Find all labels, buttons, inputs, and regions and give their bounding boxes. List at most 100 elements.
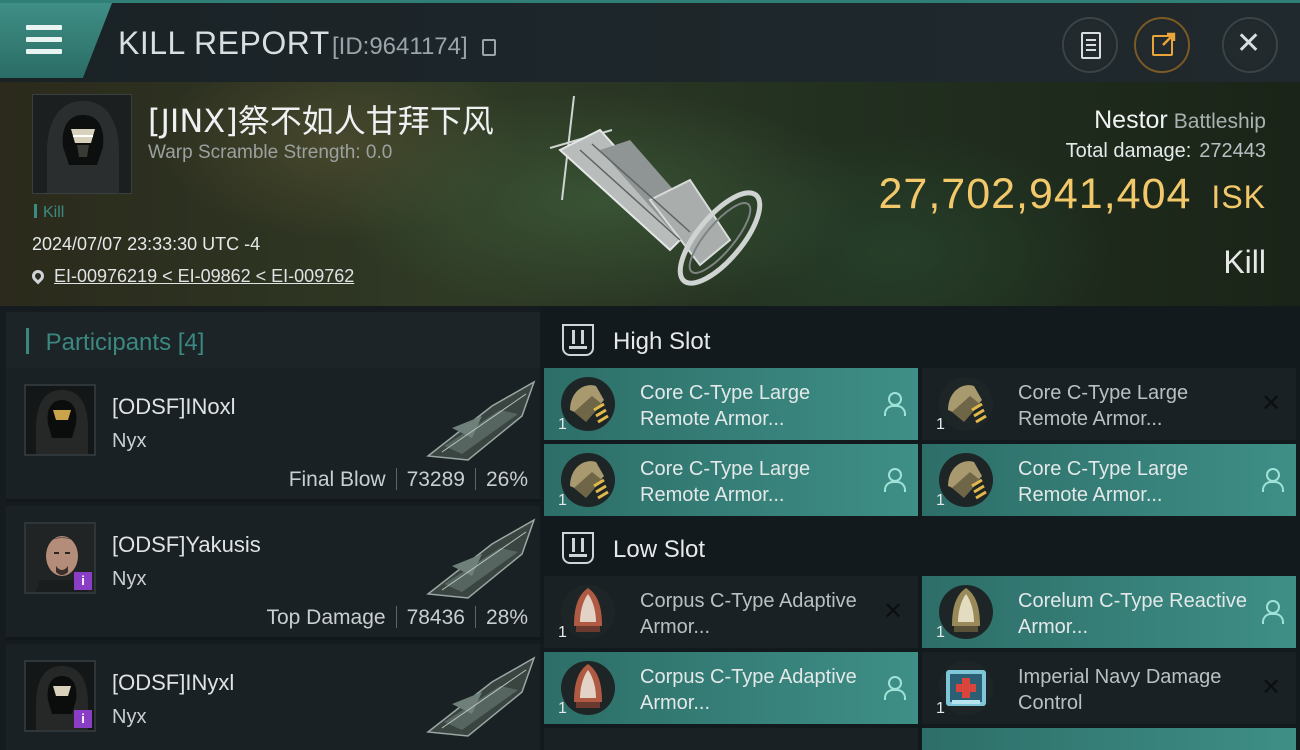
module-quantity: 1	[558, 624, 567, 641]
destroyed-x-icon: ✕	[1260, 674, 1282, 701]
low-slot-icon	[562, 532, 594, 564]
divider	[474, 606, 476, 628]
remote-armor-repairer-icon	[561, 453, 615, 507]
module-low-1[interactable]: 1 Corpus C-Type Adaptive Armor... ✕	[544, 576, 918, 648]
menu-button[interactable]	[0, 3, 112, 78]
participants-count: [4]	[177, 329, 205, 356]
module-name: Core C-Type Large Remote Armor...	[640, 458, 811, 506]
person-icon	[882, 676, 906, 700]
damage-control-icon	[939, 661, 993, 715]
participant-stats: Top Damage 78436 28%	[266, 606, 528, 630]
divider	[395, 606, 397, 628]
module-high-2[interactable]: 1 Core C-Type Large Remote Armor... ✕	[922, 368, 1296, 440]
module-low-3[interactable]: 1 Corpus C-Type Adaptive Armor...	[544, 652, 918, 724]
reactive-armor-hardener-icon	[939, 585, 993, 639]
high-slot-icon	[562, 324, 594, 356]
module-high-4[interactable]: 1 Core C-Type Large Remote Armor...	[922, 444, 1296, 516]
close-button[interactable]: ✕	[1222, 17, 1278, 73]
participant-ship-render	[426, 518, 536, 599]
participant-ship: Nyx	[112, 568, 147, 590]
info-badge-icon: i	[74, 572, 92, 590]
participant-damage: 73289	[406, 468, 465, 491]
share-button[interactable]	[1134, 17, 1190, 73]
participant-row[interactable]: [ODSF]INoxl Nyx Final Blow 73289 26%	[6, 368, 540, 502]
kill-datetime: 2024/07/07 23:33:30 UTC -4	[32, 234, 261, 254]
module-name: Imperial Navy Damage Control	[1018, 666, 1222, 714]
participant-ship: Nyx	[112, 430, 147, 452]
isk-value: 27,702,941,404 ISK	[879, 170, 1266, 219]
clipboard-icon	[1081, 32, 1101, 59]
module-low-6[interactable]	[922, 728, 1296, 750]
remote-armor-repairer-icon	[561, 377, 615, 431]
module-quantity: 1	[936, 700, 945, 717]
module-quantity: 1	[936, 416, 945, 433]
location-text[interactable]: EI-00976219 < EI-09862 < EI-009762	[54, 266, 354, 286]
person-icon	[882, 392, 906, 416]
participant-percent: 28%	[485, 606, 528, 629]
destroyed-x-icon: ✕	[1260, 390, 1282, 417]
participant-row[interactable]: i [ODSF]INyxl Nyx	[6, 644, 540, 750]
share-arrow-icon	[1162, 32, 1176, 46]
module-low-5[interactable]	[544, 728, 918, 750]
avatar: i	[24, 522, 96, 594]
kill-result: Kill	[1223, 244, 1266, 280]
participant-percent: 26%	[485, 468, 528, 491]
module-name: Core C-Type Large Remote Armor...	[1018, 382, 1189, 430]
armor-hardener-icon	[561, 585, 615, 639]
module-name: Corpus C-Type Adaptive Armor...	[640, 666, 857, 714]
module-quantity: 1	[558, 700, 567, 717]
avatar	[24, 384, 96, 456]
hooded-pilot-icon	[26, 386, 94, 454]
warp-scramble-strength: Warp Scramble Strength: 0.0	[148, 142, 393, 163]
low-slot-header: Low Slot	[540, 518, 1300, 578]
module-name: Core C-Type Large Remote Armor...	[1018, 458, 1189, 506]
isk-unit: ISK	[1211, 179, 1266, 215]
victim-ship[interactable]: Nestor Battleship	[1094, 106, 1266, 135]
copy-icon[interactable]	[482, 39, 496, 56]
victim-ship-render	[549, 95, 763, 286]
participant-name: [ODSF]INyxl	[112, 670, 235, 695]
module-name: Corelum C-Type Reactive Armor...	[1018, 590, 1247, 638]
high-slot-label: High Slot	[613, 328, 711, 355]
total-damage-label: Total damage:	[1065, 140, 1192, 162]
participant-name: [ODSF]Yakusis	[112, 532, 261, 557]
participant-row[interactable]: i [ODSF]Yakusis Nyx Top Damage 78436 28%	[6, 506, 540, 640]
divider	[395, 468, 397, 490]
module-name: Corpus C-Type Adaptive Armor...	[640, 590, 857, 638]
participant-ship-render	[426, 380, 536, 461]
high-slot-header: High Slot	[540, 310, 1300, 370]
module-quantity: 1	[558, 492, 567, 509]
clipboard-button[interactable]	[1062, 17, 1118, 73]
participants-header[interactable]: Participants [4]	[6, 312, 540, 370]
person-icon	[1260, 600, 1284, 624]
participant-role: Final Blow	[288, 468, 386, 491]
module-high-1[interactable]: 1 Core C-Type Large Remote Armor...	[544, 368, 918, 440]
low-slot-label: Low Slot	[613, 536, 706, 563]
module-low-2[interactable]: 1 Corelum C-Type Reactive Armor...	[922, 576, 1296, 648]
person-icon	[1260, 468, 1284, 492]
page-title: KILL REPORT	[118, 25, 330, 61]
participant-ship: Nyx	[112, 706, 147, 728]
fitting-panel: High Slot 1 Core C-Type Large Remote Arm…	[540, 306, 1300, 750]
module-high-3[interactable]: 1 Core C-Type Large Remote Armor...	[544, 444, 918, 516]
victim-portrait[interactable]	[32, 94, 132, 194]
participants-label: Participants	[45, 329, 172, 356]
isk-amount: 27,702,941,404	[878, 170, 1192, 218]
participant-damage: 78436	[406, 606, 465, 629]
destroyed-x-icon: ✕	[882, 598, 904, 625]
participant-role: Top Damage	[266, 606, 386, 629]
victim-name[interactable]: [JINX]祭不如人甘拜下风	[148, 96, 494, 142]
divider	[474, 468, 476, 490]
report-id: [ID:9641174]	[332, 33, 468, 60]
avatar: i	[24, 660, 96, 732]
module-quantity: 1	[558, 416, 567, 433]
participant-stats: Final Blow 73289 26%	[289, 468, 528, 492]
kill-location[interactable]: EI-00976219 < EI-09862 < EI-009762	[29, 266, 354, 287]
ship-name: Nestor	[1094, 106, 1168, 134]
participant-ship-render	[426, 656, 536, 737]
total-damage-value: 272443	[1199, 140, 1266, 162]
close-icon: ✕	[1236, 27, 1262, 60]
module-low-4[interactable]: 1 Imperial Navy Damage Control ✕	[922, 652, 1296, 724]
participants-panel: Participants [4] [ODSF]INoxl Nyx Final B…	[0, 306, 540, 750]
remote-armor-repairer-icon	[939, 377, 993, 431]
